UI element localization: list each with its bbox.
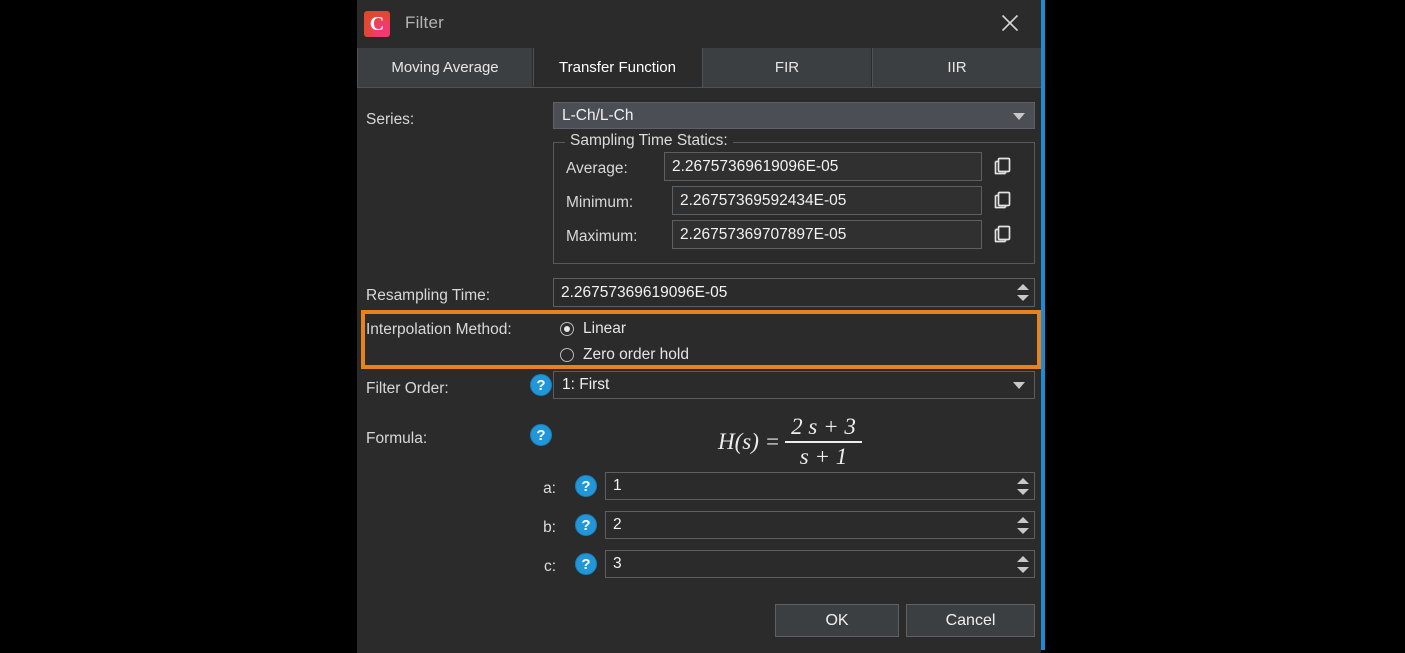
filter-dialog: C Filter Moving Average Transfer Functio… xyxy=(357,0,1045,653)
spinner-up-icon[interactable] xyxy=(1017,516,1029,523)
cancel-button[interactable]: Cancel xyxy=(906,604,1035,637)
tab-transfer-function[interactable]: Transfer Function xyxy=(533,48,702,87)
coefficient-b-spinner[interactable]: 2 xyxy=(605,511,1035,539)
spinner-up-icon[interactable] xyxy=(1017,555,1029,562)
tab-moving-average[interactable]: Moving Average xyxy=(357,48,533,87)
help-icon-coefficient-b[interactable]: ? xyxy=(575,514,597,536)
formula-fraction: 2 s + 3 s + 1 xyxy=(785,414,862,470)
maximum-label: Maximum: xyxy=(566,228,638,245)
spinner-up-icon[interactable] xyxy=(1017,477,1029,484)
help-icon-formula[interactable]: ? xyxy=(530,424,552,446)
coefficient-a-label: a: xyxy=(543,480,556,497)
minimum-field[interactable]: 2.26757369592434E-05 xyxy=(672,186,982,215)
minimum-label: Minimum: xyxy=(566,194,634,211)
filter-order-combobox[interactable]: 1: First xyxy=(553,371,1035,399)
resampling-time-spinner[interactable]: 2.26757369619096E-05 xyxy=(553,278,1035,307)
minimum-value: 2.26757369592434E-05 xyxy=(680,191,847,209)
copy-icon-average[interactable] xyxy=(990,154,1014,178)
radio-zero-order-hold[interactable]: Zero order hold xyxy=(560,346,689,364)
interpolation-method-highlight xyxy=(361,310,1041,369)
sampling-time-statics-legend: Sampling Time Statics: xyxy=(565,132,733,150)
maximum-field[interactable]: 2.26757369707897E-05 xyxy=(672,220,982,249)
copy-icon-minimum[interactable] xyxy=(990,188,1014,212)
spinner-down-icon[interactable] xyxy=(1017,488,1029,495)
radio-zero-order-hold-label: Zero order hold xyxy=(583,346,689,363)
average-label: Average: xyxy=(566,160,628,177)
filter-order-value: 1: First xyxy=(562,376,610,393)
copy-icon-maximum[interactable] xyxy=(990,222,1014,246)
formula-denominator: s + 1 xyxy=(799,444,848,469)
average-field[interactable]: 2.26757369619096E-05 xyxy=(664,152,982,181)
coefficient-c-spin-buttons[interactable] xyxy=(1014,553,1032,575)
dialog-body: Series: L-Ch/L-Ch Sampling Time Statics:… xyxy=(357,88,1041,653)
camtasia-c-icon: C xyxy=(364,11,390,37)
resampling-time-label: Resampling Time: xyxy=(366,287,491,304)
window-title: Filter xyxy=(405,13,444,32)
formula-numerator: 2 s + 3 xyxy=(791,414,856,439)
series-value: L-Ch/L-Ch xyxy=(562,106,634,124)
coefficient-a-spin-buttons[interactable] xyxy=(1014,475,1032,497)
app-icon-letter: C xyxy=(369,12,385,35)
chevron-down-icon xyxy=(1013,112,1025,120)
chevron-down-icon xyxy=(1013,382,1025,389)
spinner-down-icon[interactable] xyxy=(1017,295,1029,301)
radio-linear[interactable]: Linear xyxy=(560,320,626,338)
help-icon-filter-order[interactable]: ? xyxy=(530,374,552,396)
series-label: Series: xyxy=(366,111,415,128)
radio-linear-label: Linear xyxy=(583,320,627,337)
screen: C Filter Moving Average Transfer Functio… xyxy=(0,0,1405,653)
coefficient-c-value: 3 xyxy=(613,555,622,572)
resampling-time-value: 2.26757369619096E-05 xyxy=(561,283,728,301)
transfer-function-formula: H(s) = 2 s + 3 s + 1 xyxy=(718,414,862,470)
coefficient-c-label: c: xyxy=(543,558,556,575)
resampling-time-spin-buttons[interactable] xyxy=(1014,281,1032,304)
radio-linear-indicator[interactable] xyxy=(560,322,574,336)
interpolation-method-label: Interpolation Method: xyxy=(366,321,512,338)
coefficient-a-spinner[interactable]: 1 xyxy=(605,472,1035,500)
spinner-up-icon[interactable] xyxy=(1017,284,1029,290)
coefficient-b-spin-buttons[interactable] xyxy=(1014,514,1032,536)
tab-strip: Moving Average Transfer Function FIR IIR xyxy=(357,48,1041,88)
radio-zero-order-hold-indicator[interactable] xyxy=(560,348,574,362)
average-value: 2.26757369619096E-05 xyxy=(672,157,839,175)
help-icon-coefficient-a[interactable]: ? xyxy=(575,475,597,497)
help-icon-coefficient-c[interactable]: ? xyxy=(575,553,597,575)
coefficient-b-value: 2 xyxy=(613,516,622,533)
tab-fir[interactable]: FIR xyxy=(702,48,872,87)
series-combobox[interactable]: L-Ch/L-Ch xyxy=(553,102,1035,129)
maximum-value: 2.26757369707897E-05 xyxy=(680,225,847,243)
formula-label: Formula: xyxy=(366,430,428,447)
close-icon[interactable] xyxy=(989,7,1031,39)
spinner-down-icon[interactable] xyxy=(1017,566,1029,573)
coefficient-b-label: b: xyxy=(543,519,556,536)
coefficient-c-spinner[interactable]: 3 xyxy=(605,550,1035,578)
title-bar: C Filter xyxy=(357,0,1041,48)
ok-button[interactable]: OK xyxy=(775,604,899,637)
coefficient-a-value: 1 xyxy=(613,477,622,494)
spinner-down-icon[interactable] xyxy=(1017,527,1029,534)
formula-lhs: H(s) = xyxy=(718,429,781,454)
tab-iir[interactable]: IIR xyxy=(872,48,1041,87)
filter-order-label: Filter Order: xyxy=(366,380,449,397)
